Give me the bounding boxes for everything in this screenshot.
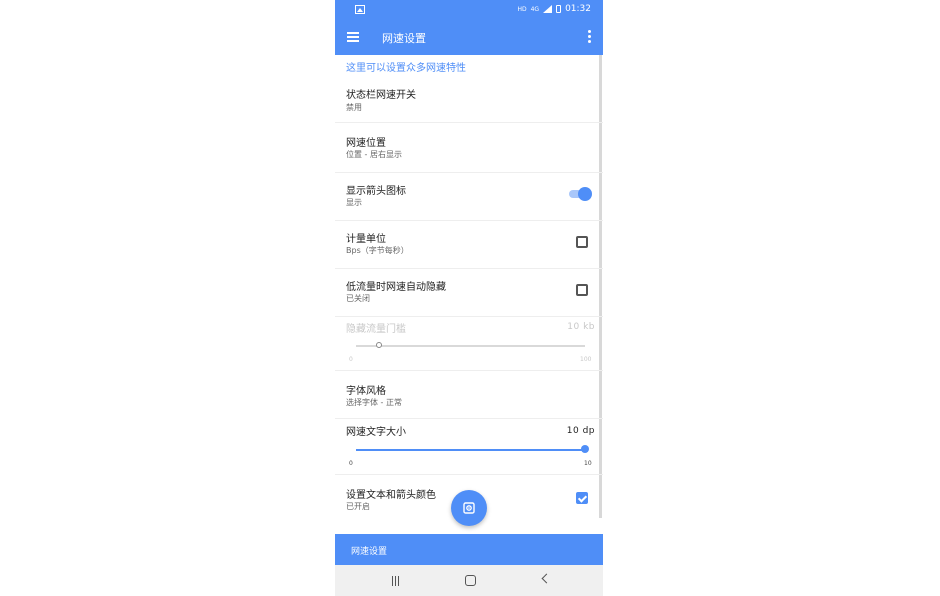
image-icon xyxy=(355,5,365,14)
pref-speed-position[interactable]: 网速位置 位置 - 居右显示 xyxy=(335,125,603,173)
network-label: HD xyxy=(517,5,527,13)
pref-text-size[interactable]: 网速文字大小 10 dp 0 10 xyxy=(335,419,603,475)
slider-max-label: 10 xyxy=(584,460,592,467)
pref-summary: 已开启 xyxy=(346,502,370,511)
text-size-value: 10 dp xyxy=(566,426,595,436)
back-icon[interactable] xyxy=(541,573,552,584)
system-nav-bar xyxy=(335,565,603,596)
pref-title: 网速文字大小 xyxy=(346,427,406,438)
signal-icon xyxy=(543,5,553,13)
home-icon[interactable] xyxy=(465,575,476,586)
pref-title: 低流量时网速自动隐藏 xyxy=(346,282,446,293)
pref-summary: 显示 xyxy=(346,198,362,207)
menu-icon[interactable] xyxy=(347,32,359,42)
auto-hide-checkbox[interactable] xyxy=(576,284,588,296)
pref-title: 字体风格 xyxy=(346,386,386,397)
pref-summary: 禁用 xyxy=(346,103,362,112)
battery-icon xyxy=(556,5,562,13)
slider-min-label: 0 xyxy=(349,460,353,467)
pref-summary: 已关闭 xyxy=(346,294,370,303)
bottom-bar: 网速设置 xyxy=(335,534,603,565)
pref-title: 状态栏网速开关 xyxy=(346,90,416,101)
text-arrow-color-checkbox[interactable] xyxy=(576,492,588,504)
pref-hide-threshold: 隐藏流量门槛 10 kb 0 100 xyxy=(335,317,603,371)
pref-font-style[interactable]: 字体风格 选择字体 - 正常 xyxy=(335,371,603,419)
recents-icon[interactable] xyxy=(391,576,401,586)
pref-title: 设置文本和箭头颜色 xyxy=(346,490,436,501)
pref-unit[interactable]: 计量单位 Bps（字节每秒） xyxy=(335,221,603,269)
threshold-slider xyxy=(356,341,585,351)
gear-icon xyxy=(463,502,475,514)
pref-auto-hide-low-traffic[interactable]: 低流量时网速自动隐藏 已关闭 xyxy=(335,269,603,317)
unit-checkbox[interactable] xyxy=(576,236,588,248)
slider-min-label: 0 xyxy=(349,356,353,363)
pref-title: 计量单位 xyxy=(346,234,386,245)
section-header: 这里可以设置众多网速特性 xyxy=(346,63,466,74)
slider-thumb xyxy=(376,342,382,348)
phone-screen: HD 4G 01:32 网速设置 这里可以设置众多网速特性 状态栏网速开关 禁用… xyxy=(335,0,603,596)
bottom-bar-label: 网速设置 xyxy=(351,547,388,557)
pref-title: 显示箭头图标 xyxy=(346,186,406,197)
status-bar: HD 4G 01:32 xyxy=(335,0,603,22)
pref-title: 隐藏流量门槛 xyxy=(346,324,406,335)
pref-statusbar-speed-switch[interactable]: 状态栏网速开关 禁用 xyxy=(335,77,603,123)
page-title: 网速设置 xyxy=(382,32,426,45)
app-bar: 网速设置 xyxy=(335,22,603,55)
settings-list[interactable]: 这里可以设置众多网速特性 状态栏网速开关 禁用 网速位置 位置 - 居右显示 显… xyxy=(335,55,603,534)
settings-fab[interactable] xyxy=(451,490,487,526)
show-arrow-toggle[interactable] xyxy=(569,187,592,201)
clock: 01:32 xyxy=(565,4,591,14)
slider-thumb[interactable] xyxy=(581,445,589,453)
pref-show-arrow-icon[interactable]: 显示箭头图标 显示 xyxy=(335,173,603,221)
pref-summary: Bps（字节每秒） xyxy=(346,246,409,255)
status-icons: HD 4G 01:32 xyxy=(517,4,591,14)
pref-title: 网速位置 xyxy=(346,138,386,149)
slider-max-label: 100 xyxy=(580,356,592,363)
text-size-slider[interactable] xyxy=(356,445,589,455)
pref-summary: 位置 - 居右显示 xyxy=(346,150,402,159)
signal-type-label: 4G xyxy=(530,5,540,13)
pref-summary: 选择字体 - 正常 xyxy=(346,398,402,407)
threshold-value: 10 kb xyxy=(567,322,595,332)
more-vert-icon[interactable] xyxy=(588,30,591,44)
